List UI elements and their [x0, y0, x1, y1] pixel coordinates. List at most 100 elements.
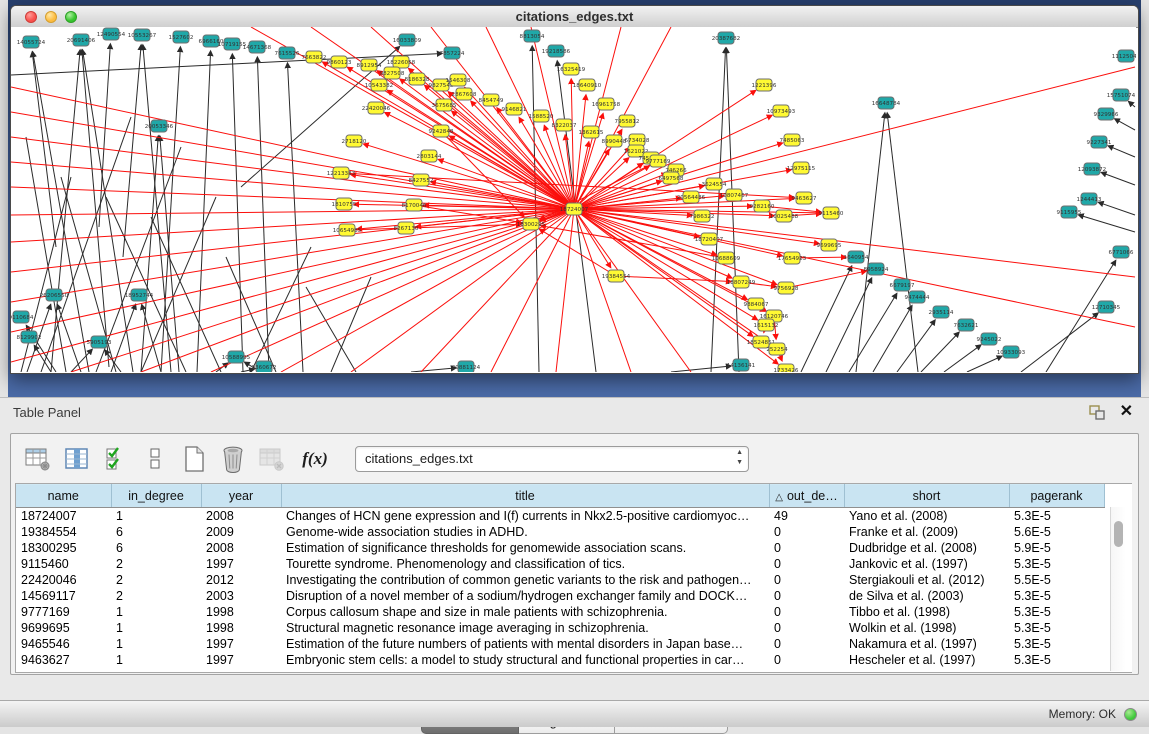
graph-node[interactable]: 8990448 [602, 135, 627, 147]
graph-node[interactable]: 20387682 [712, 32, 740, 44]
graph-edge-black[interactable] [1108, 146, 1135, 157]
deselect-rows-button[interactable] [140, 443, 170, 475]
table-cell[interactable]: 5.5E-5 [1009, 572, 1104, 588]
table-cell[interactable]: 5.3E-5 [1009, 588, 1104, 604]
table-cell[interactable]: 1997 [201, 652, 281, 668]
table-cell[interactable]: 6 [111, 524, 201, 540]
graph-node[interactable]: 7632621 [954, 319, 979, 331]
select-rows-button[interactable] [101, 443, 131, 475]
graph-edge-black[interactable] [967, 356, 1002, 372]
table-cell[interactable]: 5.3E-5 [1009, 652, 1104, 668]
graph-edge-black[interactable] [921, 332, 959, 372]
graph-edge-black[interactable] [105, 350, 121, 372]
table-cell[interactable]: 0 [769, 588, 844, 604]
table-cell[interactable]: 49 [769, 508, 844, 525]
graph-node[interactable]: 10654985 [333, 224, 362, 236]
table-cell[interactable]: Estimation of the future numbers of pati… [281, 636, 769, 652]
graph-edge-black[interactable] [123, 45, 141, 257]
table-cell[interactable]: 1998 [201, 620, 281, 636]
table-cell[interactable]: Genome-wide association studies in ADHD. [281, 524, 769, 540]
table-cell[interactable]: 0 [769, 572, 844, 588]
float-window-button[interactable] [1089, 405, 1105, 420]
graph-edge-black[interactable] [82, 50, 109, 367]
column-header-title[interactable]: title [281, 485, 769, 508]
graph-node[interactable]: 9463627 [792, 192, 817, 204]
table-cell[interactable]: 5.3E-5 [1009, 508, 1104, 525]
graph-node[interactable]: 9329966 [1094, 108, 1119, 120]
table-cell[interactable]: Embryonic stem cells: a model to study s… [281, 652, 769, 668]
graph-node[interactable]: 5905193 [87, 336, 112, 348]
graph-node[interactable]: 9110684 [11, 311, 34, 323]
table-cell[interactable]: 2 [111, 556, 201, 572]
column-header-short[interactable]: short [844, 485, 1009, 508]
graph-node[interactable]: 1527602 [169, 31, 194, 43]
table-row[interactable]: 911546021997Tourette syndrome. Phenomeno… [16, 556, 1104, 572]
table-row[interactable]: 1456911722003Disruption of a novel membe… [16, 588, 1104, 604]
graph-node[interactable]: 16648784 [872, 97, 901, 109]
column-header-year[interactable]: year [201, 485, 281, 508]
graph-edge-red[interactable] [574, 67, 1135, 209]
graph-node[interactable]: 10553267 [128, 29, 157, 41]
table-cell[interactable]: 0 [769, 636, 844, 652]
delete-entries-button[interactable] [218, 443, 248, 475]
table-cell[interactable]: Stergiakouli et al. (2012) [844, 572, 1009, 588]
table-cell[interactable]: 2008 [201, 540, 281, 556]
graph-node[interactable]: 12213383 [327, 167, 356, 179]
graph-node[interactable]: 9245022 [977, 333, 1002, 345]
graph-node[interactable]: 6734028 [625, 134, 650, 146]
table-cell[interactable]: Corpus callosum shape and size in male p… [281, 604, 769, 620]
table-cell[interactable]: 2 [111, 572, 201, 588]
graph-node[interactable]: 19218586 [542, 45, 571, 57]
table-cell[interactable]: 0 [769, 524, 844, 540]
graph-node[interactable]: 16961758 [592, 98, 621, 110]
graph-node[interactable]: 8454749 [479, 94, 504, 106]
graph-node[interactable]: 1221396 [752, 79, 777, 91]
graph-node[interactable]: 2718120 [342, 135, 367, 147]
column-header-in_degree[interactable]: in_degree [111, 485, 201, 508]
table-cell[interactable]: 0 [769, 620, 844, 636]
graph-node[interactable]: 18226058 [387, 56, 416, 68]
table-cell[interactable]: 1997 [201, 556, 281, 572]
table-cell[interactable]: 5.9E-5 [1009, 540, 1104, 556]
graph-edge-black[interactable] [1129, 102, 1135, 107]
graph-edge-black[interactable] [726, 48, 739, 372]
graph-node[interactable]: 18720407 [695, 233, 724, 245]
table-cell[interactable]: 9699695 [16, 620, 111, 636]
graph-edge-red[interactable] [574, 27, 621, 209]
graph-edge-black[interactable] [99, 44, 110, 227]
table-cell[interactable]: Tourette syndrome. Phenomenology and cla… [281, 556, 769, 572]
graph-edge-black[interactable] [1079, 215, 1135, 232]
graph-edge-black[interactable] [801, 266, 852, 372]
graph-node[interactable]: 9115460 [819, 207, 844, 219]
table-cell[interactable]: 6 [111, 540, 201, 556]
graph-node[interactable]: 252254 [766, 343, 788, 355]
table-cell[interactable]: 1998 [201, 604, 281, 620]
table-cell[interactable]: 1 [111, 620, 201, 636]
graph-edge-red[interactable] [11, 112, 574, 209]
graph-edge-black[interactable] [1101, 172, 1135, 185]
table-cell[interactable]: Changes of HCN gene expression and I(f) … [281, 508, 769, 525]
delete-table-button[interactable] [257, 443, 287, 475]
graph-node[interactable]: 8170046 [402, 199, 427, 211]
graph-edge-red[interactable] [540, 229, 616, 276]
graph-edge-black[interactable] [1115, 119, 1135, 130]
table-cell[interactable]: 1 [111, 636, 201, 652]
table-selector[interactable]: citations_edges.txt ▲ ▼ [355, 446, 749, 472]
graph-node[interactable]: 1244413 [1077, 193, 1102, 205]
table-cell[interactable]: 1 [111, 604, 201, 620]
table-cell[interactable]: 0 [769, 604, 844, 620]
graph-edge-black[interactable] [873, 306, 912, 372]
table-cell[interactable]: 9463627 [16, 652, 111, 668]
table-cell[interactable]: 2009 [201, 524, 281, 540]
table-cell[interactable]: 18300295 [16, 540, 111, 556]
graph-edge-black[interactable] [288, 63, 303, 372]
table-mode-button[interactable] [23, 443, 53, 475]
table-cell[interactable]: 5.3E-5 [1009, 636, 1104, 652]
graph-node[interactable]: 19384554 [602, 270, 631, 282]
graph-node[interactable]: 12975115 [787, 162, 816, 174]
table-cell[interactable]: 1 [111, 508, 201, 525]
graph-edge-black[interactable] [57, 304, 81, 372]
vertical-scrollbar[interactable] [1110, 507, 1126, 671]
graph-edge-black[interactable] [887, 113, 918, 372]
graph-node[interactable]: 12490554 [97, 28, 126, 40]
